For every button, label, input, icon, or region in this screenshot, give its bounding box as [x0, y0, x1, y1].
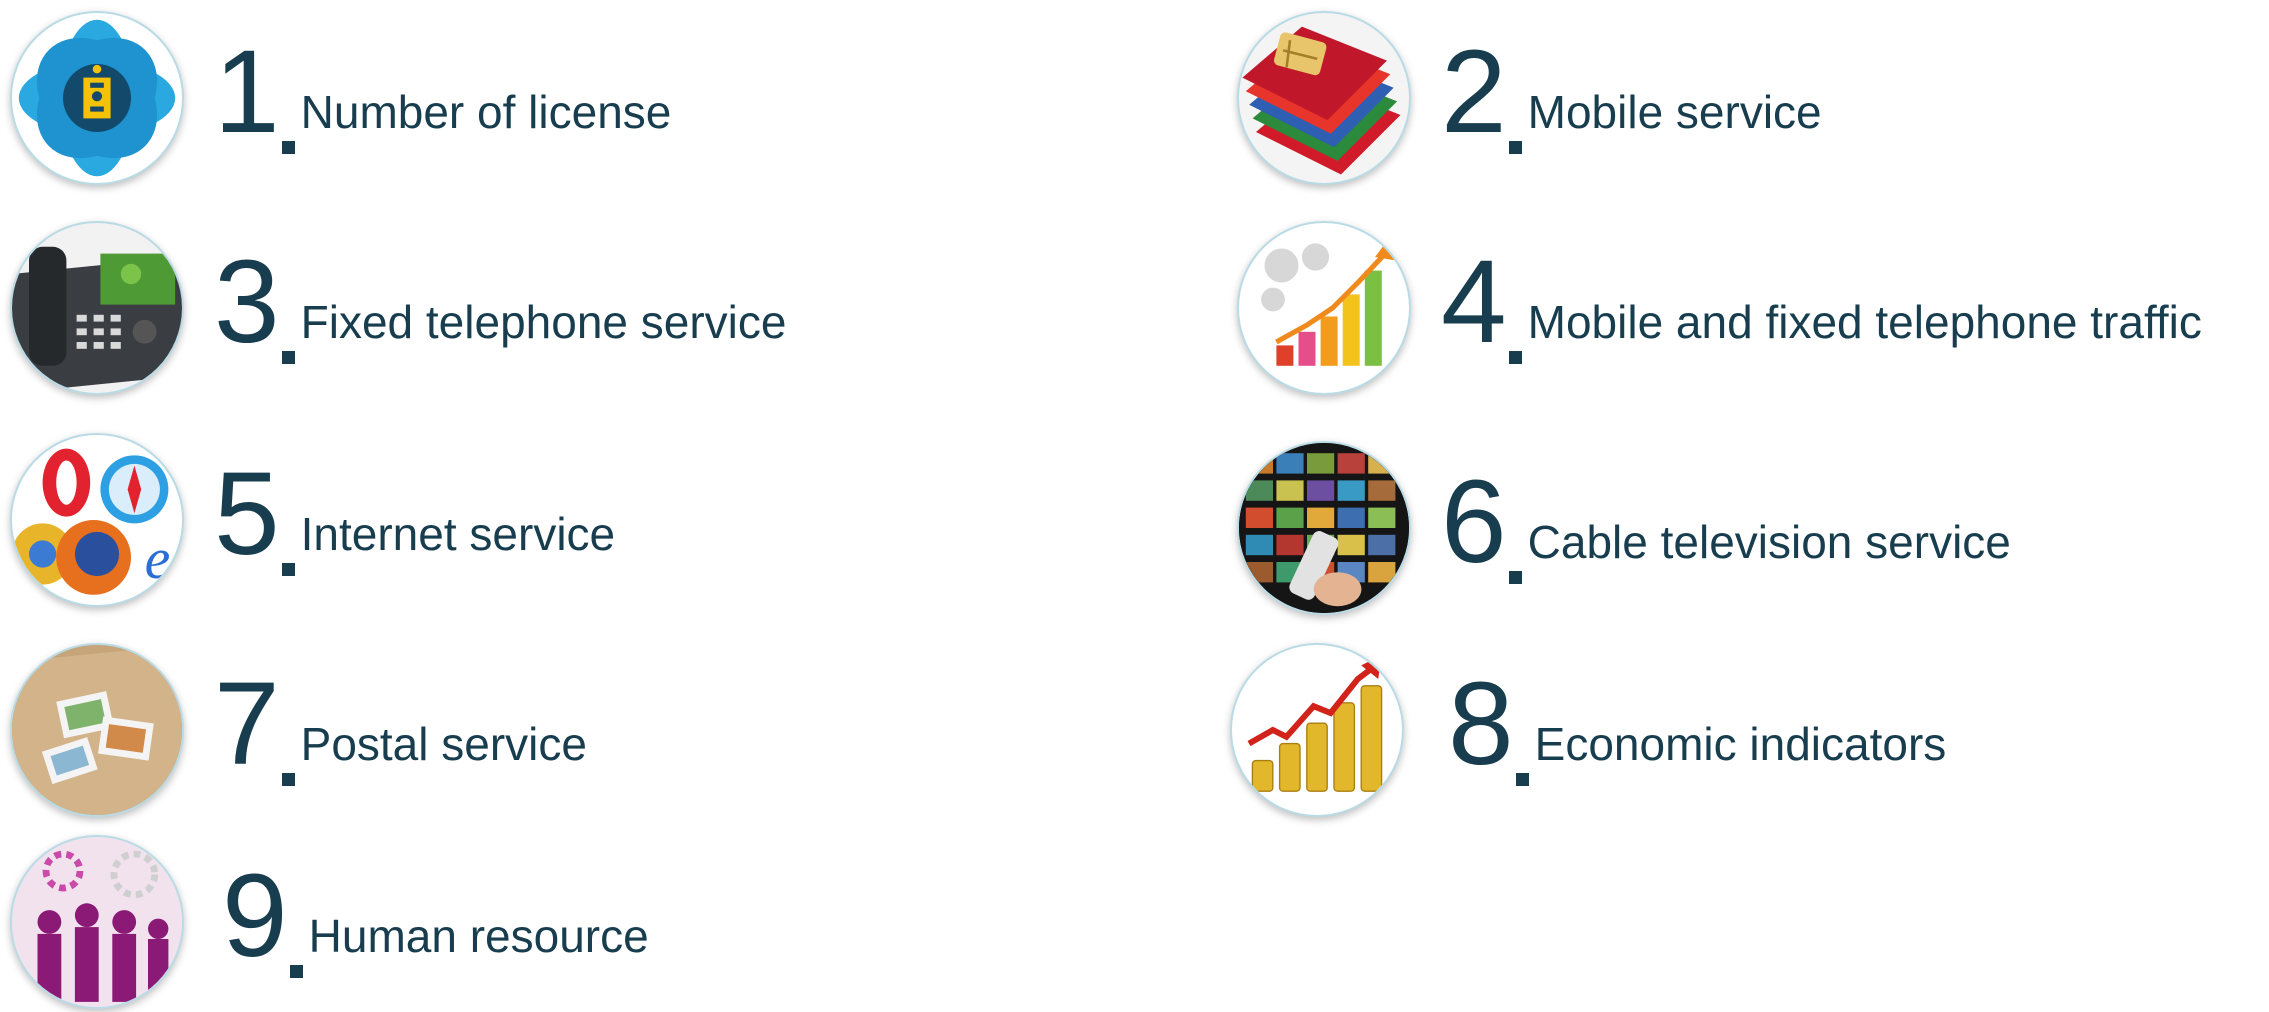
- item-label: Mobile and fixed telephone traffic: [1527, 296, 2202, 348]
- number-dot: [281, 773, 295, 786]
- number-dot: [1508, 351, 1522, 364]
- menu-item-economic-indicators[interactable]: 8 Economic indicators: [1230, 640, 1946, 820]
- people-gears-icon: [10, 835, 184, 1009]
- item-label: Internet service: [300, 508, 616, 560]
- number-dot: [289, 965, 303, 978]
- menu-item-internet-service[interactable]: e 5 Internet service: [10, 430, 615, 610]
- item-label: Postal service: [300, 718, 587, 770]
- item-number: 7: [214, 658, 280, 790]
- growth-chart-icon: [1237, 221, 1411, 395]
- soyombo-emblem-icon: [10, 11, 184, 185]
- number-dot: [1508, 571, 1522, 584]
- number-dot: [1515, 773, 1529, 786]
- item-label: Economic indicators: [1534, 718, 1947, 770]
- item-number: 3: [214, 236, 280, 368]
- item-number: 1: [214, 26, 280, 158]
- number-dot: [281, 563, 295, 576]
- menu-item-mobile-service[interactable]: 2 Mobile service: [1237, 8, 1822, 188]
- menu-item-human-resource[interactable]: 9 Human resource: [10, 832, 649, 1012]
- item-number: 9: [222, 850, 288, 982]
- menu-item-cable-television-service[interactable]: 6 Cable television service: [1237, 438, 2011, 618]
- tv-remote-icon: [1237, 441, 1411, 615]
- svg-text:e: e: [145, 526, 171, 591]
- desk-phone-icon: [10, 221, 184, 395]
- menu-item-fixed-telephone-service[interactable]: 3 Fixed telephone service: [10, 218, 786, 398]
- item-label: Human resource: [308, 910, 649, 962]
- menu-item-postal-service[interactable]: 7 Postal service: [10, 640, 587, 820]
- item-label: Fixed telephone service: [300, 296, 787, 348]
- menu-item-mobile-and-fixed-telephone-traffic[interactable]: 4 Mobile and fixed telephone traffic: [1237, 218, 2202, 398]
- item-number: 8: [1448, 658, 1514, 790]
- item-label: Cable television service: [1527, 516, 2011, 568]
- number-dot: [281, 141, 295, 154]
- sim-card-icon: [1237, 11, 1411, 185]
- item-number: 5: [214, 448, 280, 580]
- item-label: Number of license: [300, 86, 672, 138]
- item-number: 6: [1441, 456, 1507, 588]
- coins-chart-icon: [1230, 643, 1404, 817]
- menu-item-number-of-license[interactable]: 1 Number of license: [10, 8, 671, 188]
- item-label: Mobile service: [1527, 86, 1822, 138]
- item-number: 2: [1441, 26, 1507, 158]
- item-number: 4: [1441, 236, 1507, 368]
- number-dot: [1508, 141, 1522, 154]
- browser-logos-icon: e: [10, 433, 184, 607]
- stamps-envelope-icon: [10, 643, 184, 817]
- number-dot: [281, 351, 295, 364]
